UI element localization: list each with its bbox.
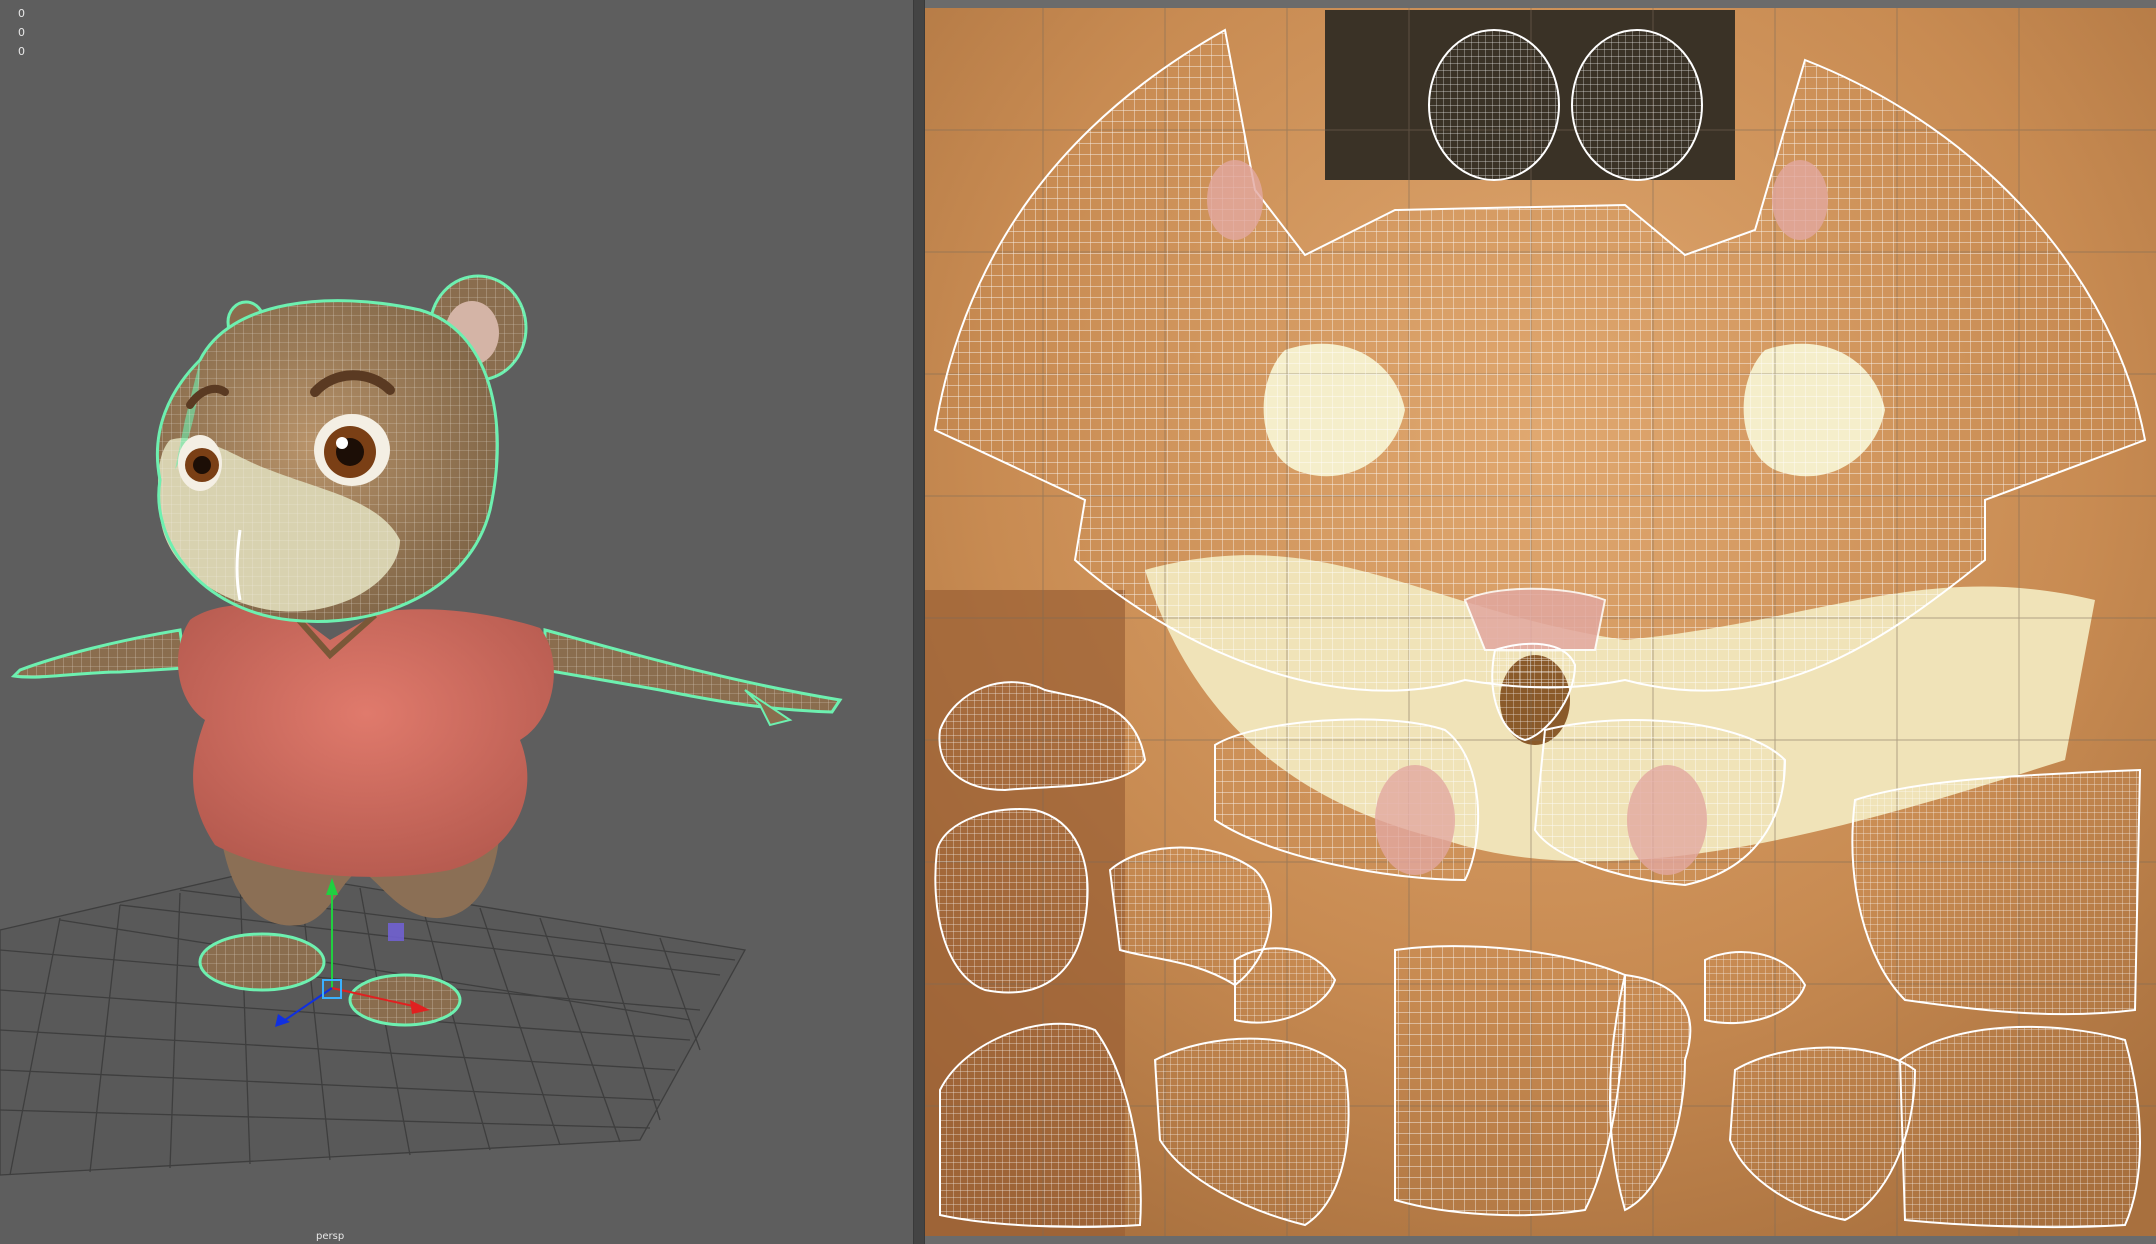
hud-line: 0: [18, 7, 25, 20]
camera-label: persp: [316, 1231, 345, 1242]
perspective-viewport[interactable]: 0 0 0 persp: [0, 0, 913, 1244]
hud-line: 0: [18, 26, 25, 39]
viewport-scene: [0, 274, 843, 1176]
uv-editor-panel[interactable]: [925, 0, 2156, 1244]
uv-texture-view[interactable]: [925, 0, 2156, 1244]
hud-line: 0: [18, 45, 25, 58]
viewport-hud: 0 0 0: [18, 4, 25, 61]
panel-splitter[interactable]: [913, 0, 925, 1244]
ground-grid: [0, 869, 747, 1176]
